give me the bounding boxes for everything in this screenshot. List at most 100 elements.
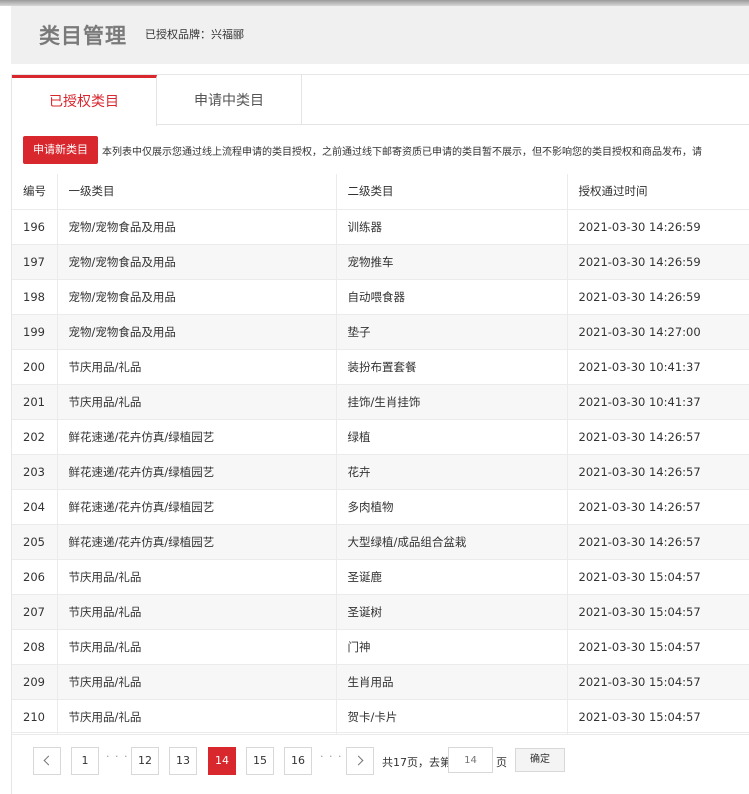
cell-level1-category: 节庆用品/礼品 — [56, 349, 336, 385]
cell-level2-category: 挂饰/生肖挂饰 — [335, 384, 567, 420]
table-row: 203 鲜花速递/花卉仿真/绿植园艺 花卉 2021-03-30 14:26:57 — [12, 454, 749, 490]
page-unit-text: 页 — [496, 756, 507, 769]
cell-level2-category: 自动喂食器 — [335, 279, 567, 315]
page-button-16[interactable]: 16 — [284, 747, 312, 775]
cell-level2-category: 宠物推车 — [335, 244, 567, 280]
category-table: 编号 一级类目 二级类目 授权通过时间 196 宠物/宠物食品及用品 训练器 2021… — [12, 174, 749, 735]
cell-id: 197 — [12, 244, 57, 280]
cell-authorized-time: 2021-03-30 14:26:57 — [566, 489, 749, 525]
cell-level1-category: 节庆用品/礼品 — [56, 559, 336, 595]
cell-id: 205 — [12, 524, 57, 560]
tab-authorized-categories[interactable]: 已授权类目 — [12, 75, 157, 126]
cell-level2-category: 大型绿植/成品组合盆栽 — [335, 524, 567, 560]
table-row: 198 宠物/宠物食品及用品 自动喂食器 2021-03-30 14:26:59 — [12, 279, 749, 315]
cell-id: 203 — [12, 454, 57, 490]
table-row: 200 节庆用品/礼品 装扮布置套餐 2021-03-30 10:41:37 — [12, 349, 749, 385]
page-button-15[interactable]: 15 — [246, 747, 274, 775]
cell-level2-category: 贺卡/卡片 — [335, 699, 567, 735]
cell-level1-category: 节庆用品/礼品 — [56, 594, 336, 630]
cell-level1-category: 鲜花速递/花卉仿真/绿植园艺 — [56, 524, 336, 560]
cell-level2-category: 绿植 — [335, 419, 567, 455]
cell-level1-category: 鲜花速递/花卉仿真/绿植园艺 — [56, 489, 336, 525]
cell-id: 196 — [12, 209, 57, 245]
cell-level2-category: 装扮布置套餐 — [335, 349, 567, 385]
cell-level2-category: 多肉植物 — [335, 489, 567, 525]
column-header-id: 编号 — [12, 174, 57, 210]
apply-new-category-button[interactable]: 申请新类目 — [23, 136, 98, 164]
cell-level1-category: 宠物/宠物食品及用品 — [56, 314, 336, 350]
cell-id: 199 — [12, 314, 57, 350]
cell-level2-category: 圣诞树 — [335, 594, 567, 630]
cell-level2-category: 花卉 — [335, 454, 567, 490]
cell-authorized-time: 2021-03-30 14:26:59 — [566, 209, 749, 245]
cell-id: 210 — [12, 699, 57, 735]
table-row: 207 节庆用品/礼品 圣诞树 2021-03-30 15:04:57 — [12, 594, 749, 630]
cell-level1-category: 节庆用品/礼品 — [56, 384, 336, 420]
cell-id: 206 — [12, 559, 57, 595]
cell-authorized-time: 2021-03-30 15:04:57 — [566, 664, 749, 700]
cell-level1-category: 宠物/宠物食品及用品 — [56, 209, 336, 245]
pagination: 1 · · · 12 13 14 15 16 · · · 共17页，去第 页 确… — [12, 732, 749, 780]
cell-authorized-time: 2021-03-30 10:41:37 — [566, 384, 749, 420]
cell-id: 209 — [12, 664, 57, 700]
table-row: 208 节庆用品/礼品 门神 2021-03-30 15:04:57 — [12, 629, 749, 665]
cell-authorized-time: 2021-03-30 14:26:59 — [566, 244, 749, 280]
pagination-ellipsis: · · · — [320, 750, 343, 763]
cell-level1-category: 鲜花速递/花卉仿真/绿植园艺 — [56, 419, 336, 455]
page-button-12[interactable]: 12 — [131, 747, 159, 775]
cell-id: 200 — [12, 349, 57, 385]
notice-bar: 申请新类目 本列表中仅展示您通过线上流程申请的类目授权，之前通过线下邮寄资质已申… — [12, 135, 749, 165]
confirm-jump-button[interactable]: 确定 — [515, 748, 565, 772]
column-header-level1: 一级类目 — [56, 174, 336, 210]
cell-authorized-time: 2021-03-30 14:26:59 — [566, 279, 749, 315]
cell-id: 204 — [12, 489, 57, 525]
content-card: 已授权类目 申请中类目 申请新类目 本列表中仅展示您通过线上流程申请的类目授权，… — [11, 74, 749, 794]
tab-pending-categories[interactable]: 申请中类目 — [157, 75, 302, 125]
table-row: 209 节庆用品/礼品 生肖用品 2021-03-30 15:04:57 — [12, 664, 749, 700]
cell-id: 202 — [12, 419, 57, 455]
cell-level1-category: 宠物/宠物食品及用品 — [56, 279, 336, 315]
table-row: 206 节庆用品/礼品 圣诞鹿 2021-03-30 15:04:57 — [12, 559, 749, 595]
cell-authorized-time: 2021-03-30 15:04:57 — [566, 594, 749, 630]
cell-id: 198 — [12, 279, 57, 315]
cell-id: 207 — [12, 594, 57, 630]
cell-authorized-time: 2021-03-30 14:26:57 — [566, 454, 749, 490]
table-row: 199 宠物/宠物食品及用品 垫子 2021-03-30 14:27:00 — [12, 314, 749, 350]
chevron-right-icon — [353, 755, 364, 766]
cell-level2-category: 门神 — [335, 629, 567, 665]
authorized-brand: 已授权品牌：兴福郦 — [145, 28, 244, 41]
cell-authorized-time: 2021-03-30 15:04:57 — [566, 699, 749, 735]
category-table-container: 编号 一级类目 二级类目 授权通过时间 196 宠物/宠物食品及用品 训练器 2021… — [12, 174, 749, 735]
page-button-14[interactable]: 14 — [208, 747, 236, 775]
cell-authorized-time: 2021-03-30 14:27:00 — [566, 314, 749, 350]
cell-level1-category: 宠物/宠物食品及用品 — [56, 244, 336, 280]
tab-bar: 已授权类目 申请中类目 — [12, 75, 749, 126]
cell-id: 201 — [12, 384, 57, 420]
cell-level2-category: 训练器 — [335, 209, 567, 245]
cell-authorized-time: 2021-03-30 15:04:57 — [566, 559, 749, 595]
cell-level1-category: 鲜花速递/花卉仿真/绿植园艺 — [56, 454, 336, 490]
page-button-1[interactable]: 1 — [71, 747, 99, 775]
table-row: 204 鲜花速递/花卉仿真/绿植园艺 多肉植物 2021-03-30 14:26:57 — [12, 489, 749, 525]
cell-level2-category: 圣诞鹿 — [335, 559, 567, 595]
column-header-level2: 二级类目 — [335, 174, 567, 210]
page-header: 类目管理 已授权品牌：兴福郦 — [11, 6, 749, 64]
column-header-time: 授权通过时间 — [566, 174, 749, 210]
table-body: 196 宠物/宠物食品及用品 训练器 2021-03-30 14:26:59 197 宠物… — [12, 209, 749, 735]
cell-id: 208 — [12, 629, 57, 665]
next-page-button[interactable] — [346, 747, 374, 775]
prev-page-button[interactable] — [33, 747, 61, 775]
total-pages-text: 共17页，去第 — [382, 756, 451, 769]
chevron-left-icon — [43, 755, 54, 766]
table-row: 202 鲜花速递/花卉仿真/绿植园艺 绿植 2021-03-30 14:26:57 — [12, 419, 749, 455]
table-row: 197 宠物/宠物食品及用品 宠物推车 2021-03-30 14:26:59 — [12, 244, 749, 280]
cell-level2-category: 垫子 — [335, 314, 567, 350]
table-row: 210 节庆用品/礼品 贺卡/卡片 2021-03-30 15:04:57 — [12, 699, 749, 735]
cell-level2-category: 生肖用品 — [335, 664, 567, 700]
cell-authorized-time: 2021-03-30 14:26:57 — [566, 524, 749, 560]
page-jump-input[interactable] — [448, 747, 493, 773]
notice-text: 本列表中仅展示您通过线上流程申请的类目授权，之前通过线下邮寄资质已申请的类目暂不… — [102, 147, 702, 158]
page-button-13[interactable]: 13 — [169, 747, 197, 775]
cell-level1-category: 节庆用品/礼品 — [56, 629, 336, 665]
table-header-row: 编号 一级类目 二级类目 授权通过时间 — [12, 174, 749, 210]
